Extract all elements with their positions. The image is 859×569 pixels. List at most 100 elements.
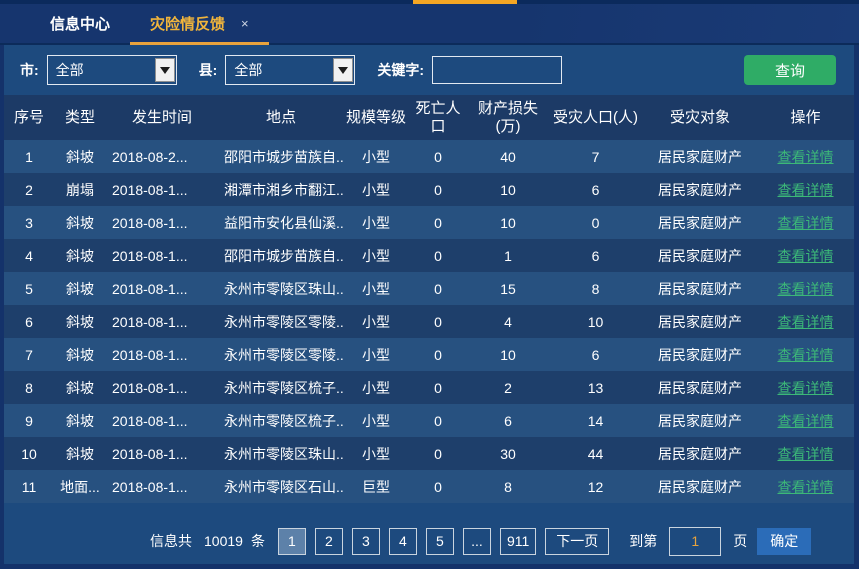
keyword-label: 关键字: [377, 60, 424, 80]
column-header-target: 受灾对象 [643, 95, 757, 140]
table-header-row: 序号类型发生时间地点规模等级死亡人口财产损失(万)受灾人口(人)受灾对象操作 [4, 95, 854, 140]
chevron-down-icon[interactable] [155, 58, 175, 82]
view-details-link[interactable]: 查看详情 [778, 479, 834, 495]
cell-action: 查看详情 [757, 246, 854, 266]
next-page-button[interactable]: 下一页 [545, 528, 609, 555]
column-header-place: 地点 [218, 95, 344, 140]
goto-suffix: 页 [733, 531, 747, 551]
page-button-911[interactable]: 911 [500, 528, 536, 555]
keyword-input[interactable] [432, 56, 562, 84]
cell-target: 居民家庭财产 [643, 279, 757, 299]
confirm-button[interactable]: 确定 [757, 528, 811, 555]
goto-page-input[interactable] [669, 527, 721, 556]
cell-scale: 小型 [344, 213, 408, 233]
cell-no: 1 [4, 149, 54, 165]
cell-type: 斜坡 [54, 279, 106, 299]
table-row: 1斜坡2018-08-2...邵阳市城步苗族自...小型0407居民家庭财产查看… [4, 140, 854, 173]
cell-no: 6 [4, 314, 54, 330]
city-select[interactable]: 全部 [47, 55, 177, 85]
cell-affected: 44 [548, 446, 643, 462]
cell-target: 居民家庭财产 [643, 477, 757, 497]
page-button-1[interactable]: 1 [278, 528, 306, 555]
tab-label: 灾险情反馈 [150, 13, 225, 34]
cell-place: 永州市零陵区石山... [218, 477, 344, 497]
cell-affected: 13 [548, 380, 643, 396]
cell-type: 斜坡 [54, 213, 106, 233]
table-row: 9斜坡2018-08-1...永州市零陵区梳子...小型0614居民家庭财产查看… [4, 404, 854, 437]
table-body: 1斜坡2018-08-2...邵阳市城步苗族自...小型0407居民家庭财产查看… [4, 140, 854, 503]
view-details-link[interactable]: 查看详情 [778, 314, 834, 330]
page-button-2[interactable]: 2 [315, 528, 343, 555]
cell-loss: 40 [468, 149, 548, 165]
cell-loss: 10 [468, 182, 548, 198]
cell-time: 2018-08-1... [106, 215, 218, 231]
county-select-value: 全部 [226, 60, 332, 80]
column-header-type: 类型 [54, 95, 106, 140]
content-panel: 市: 全部 县: 全部 关键字: 查询 序号类型发生时间地点规模等级死亡人口财产… [4, 45, 854, 564]
view-details-link[interactable]: 查看详情 [778, 182, 834, 198]
table-row: 7斜坡2018-08-1...永州市零陵区零陵...小型0106居民家庭财产查看… [4, 338, 854, 371]
cell-loss: 30 [468, 446, 548, 462]
cell-scale: 小型 [344, 279, 408, 299]
cell-place: 邵阳市城步苗族自... [218, 246, 344, 266]
view-details-link[interactable]: 查看详情 [778, 149, 834, 165]
page-button-4[interactable]: 4 [389, 528, 417, 555]
cell-no: 7 [4, 347, 54, 363]
query-button[interactable]: 查询 [744, 55, 836, 85]
tab-info-center[interactable]: 信息中心 [30, 4, 130, 45]
cell-loss: 4 [468, 314, 548, 330]
cell-scale: 小型 [344, 378, 408, 398]
cell-place: 永州市零陵区梳子... [218, 411, 344, 431]
table-row: 3斜坡2018-08-1...益阳市安化县仙溪...小型0100居民家庭财产查看… [4, 206, 854, 239]
view-details-link[interactable]: 查看详情 [778, 215, 834, 231]
cell-deaths: 0 [408, 347, 468, 363]
city-label: 市: [20, 60, 39, 80]
cell-loss: 10 [468, 347, 548, 363]
table-row: 6斜坡2018-08-1...永州市零陵区零陵...小型0410居民家庭财产查看… [4, 305, 854, 338]
page-button-5[interactable]: 5 [426, 528, 454, 555]
view-details-link[interactable]: 查看详情 [778, 281, 834, 297]
cell-loss: 6 [468, 413, 548, 429]
app-window: 信息中心 灾险情反馈 × 市: 全部 县: 全部 关键字: 查询 序号类型发生时… [0, 0, 859, 569]
cell-action: 查看详情 [757, 477, 854, 497]
cell-place: 永州市零陵区零陵... [218, 345, 344, 365]
cell-place: 邵阳市城步苗族自... [218, 147, 344, 167]
cell-no: 2 [4, 182, 54, 198]
cell-deaths: 0 [408, 182, 468, 198]
cell-time: 2018-08-1... [106, 347, 218, 363]
table-row: 10斜坡2018-08-1...永州市零陵区珠山...小型03044居民家庭财产… [4, 437, 854, 470]
cell-deaths: 0 [408, 380, 468, 396]
cell-place: 永州市零陵区珠山... [218, 279, 344, 299]
tab-disaster-feedback[interactable]: 灾险情反馈 × [130, 4, 269, 45]
cell-scale: 小型 [344, 180, 408, 200]
cell-no: 8 [4, 380, 54, 396]
cell-scale: 小型 [344, 312, 408, 332]
cell-loss: 2 [468, 380, 548, 396]
chevron-down-icon[interactable] [333, 58, 353, 82]
cell-type: 地面... [54, 477, 106, 497]
page-buttons: 12345... 911 [269, 528, 536, 555]
view-details-link[interactable]: 查看详情 [778, 413, 834, 429]
column-header-time: 发生时间 [106, 95, 218, 140]
cell-deaths: 0 [408, 413, 468, 429]
cell-deaths: 0 [408, 281, 468, 297]
county-select[interactable]: 全部 [225, 55, 355, 85]
table-row: 4斜坡2018-08-1...邵阳市城步苗族自...小型016居民家庭财产查看详… [4, 239, 854, 272]
cell-place: 湘潭市湘乡市翻江... [218, 180, 344, 200]
view-details-link[interactable]: 查看详情 [778, 446, 834, 462]
column-header-no: 序号 [4, 95, 54, 140]
column-header-affected: 受灾人口(人) [548, 95, 643, 140]
page-button-3[interactable]: 3 [352, 528, 380, 555]
cell-affected: 12 [548, 479, 643, 495]
view-details-link[interactable]: 查看详情 [778, 380, 834, 396]
view-details-link[interactable]: 查看详情 [778, 248, 834, 264]
page-ellipsis-button[interactable]: ... [463, 528, 491, 555]
cell-target: 居民家庭财产 [643, 213, 757, 233]
table-row: 8斜坡2018-08-1...永州市零陵区梳子...小型0213居民家庭财产查看… [4, 371, 854, 404]
column-header-scale: 规模等级 [344, 95, 408, 140]
cell-affected: 14 [548, 413, 643, 429]
cell-no: 11 [4, 479, 54, 495]
close-icon[interactable]: × [241, 16, 249, 31]
view-details-link[interactable]: 查看详情 [778, 347, 834, 363]
cell-no: 4 [4, 248, 54, 264]
